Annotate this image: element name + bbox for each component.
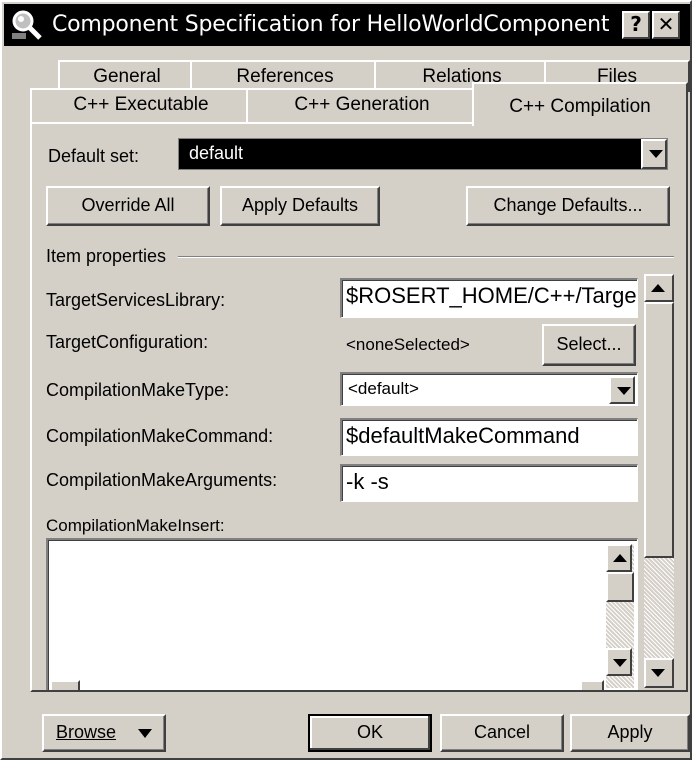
window-title: Component Specification for HelloWorldCo… <box>52 12 610 37</box>
compilation-make-type-dropdown[interactable]: <default> <box>340 372 638 406</box>
browse-button[interactable]: Browse <box>42 714 166 752</box>
chevron-down-icon <box>138 729 152 738</box>
ok-button[interactable]: OK <box>308 714 432 752</box>
target-services-library-value: $ROSERT_HOME/C++/TargetRTS <box>346 283 637 308</box>
arrow-up-icon[interactable] <box>644 274 674 302</box>
close-button[interactable]: ✕ <box>652 11 680 39</box>
apply-button[interactable]: Apply <box>570 714 690 752</box>
compilation-make-type-label: CompilationMakeType: <box>46 380 230 400</box>
compilation-make-command-label: CompilationMakeCommand: <box>46 426 274 446</box>
target-configuration-label: TargetConfiguration: <box>46 332 209 352</box>
target-configuration-value: <noneSelected> <box>346 335 470 354</box>
compilation-make-type-value: <default> <box>348 379 419 398</box>
textarea-hscroll-right[interactable] <box>580 680 604 690</box>
title-bar[interactable]: Component Specification for HelloWorldCo… <box>4 4 690 46</box>
change-defaults-button[interactable]: Change Defaults... <box>466 186 670 226</box>
arrow-down-icon[interactable] <box>644 658 674 688</box>
default-set-dropdown[interactable]: default <box>178 138 668 170</box>
chevron-down-icon[interactable] <box>609 376 635 404</box>
default-set-value: default <box>189 143 244 163</box>
compilation-make-insert-textarea[interactable] <box>46 538 638 690</box>
compilation-make-insert-label: CompilationMakeInsert: <box>46 516 225 535</box>
item-properties-label: Item properties <box>46 246 167 266</box>
select-button[interactable]: Select... <box>542 324 636 366</box>
magnifier-icon <box>12 10 42 40</box>
help-button[interactable]: ? <box>622 11 650 39</box>
target-services-library-field[interactable]: $ROSERT_HOME/C++/TargetRTS <box>340 278 638 318</box>
arrow-down-icon[interactable] <box>606 648 632 676</box>
compilation-make-command-field[interactable]: $defaultMakeCommand <box>340 418 638 456</box>
textarea-hscroll-left[interactable] <box>50 680 80 690</box>
properties-scroll-thumb[interactable] <box>644 302 674 558</box>
tab-cpp-executable[interactable]: C++ Executable <box>30 88 252 122</box>
default-set-label: Default set: <box>48 146 140 166</box>
cancel-button[interactable]: Cancel <box>440 714 564 752</box>
compilation-make-arguments-value: -k -s <box>346 469 389 494</box>
target-services-library-label: TargetServicesLibrary: <box>46 290 226 310</box>
browse-button-label: Browse <box>56 722 117 742</box>
properties-vertical-scrollbar[interactable] <box>644 274 674 688</box>
textarea-vertical-scrollbar[interactable] <box>606 544 634 688</box>
group-divider <box>178 256 674 258</box>
apply-defaults-button[interactable]: Apply Defaults <box>220 186 380 226</box>
textarea-scroll-thumb[interactable] <box>606 572 634 602</box>
tab-cpp-generation[interactable]: C++ Generation <box>246 88 478 122</box>
chevron-down-icon[interactable] <box>641 139 667 169</box>
tab-cpp-compilation[interactable]: C++ Compilation <box>472 82 688 126</box>
compilation-make-arguments-field[interactable]: -k -s <box>340 464 638 502</box>
arrow-up-icon[interactable] <box>606 544 632 572</box>
compilation-make-arguments-label: CompilationMakeArguments: <box>46 470 278 490</box>
dialog-window: Component Specification for HelloWorldCo… <box>0 0 692 760</box>
compilation-make-command-value: $defaultMakeCommand <box>346 423 580 448</box>
override-all-button[interactable]: Override All <box>46 186 210 226</box>
